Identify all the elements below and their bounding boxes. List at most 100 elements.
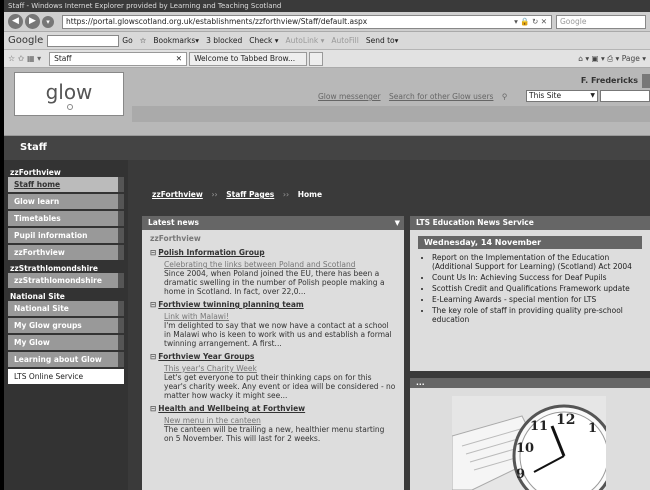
breadcrumb-staff-pages[interactable]: Staff Pages [226, 190, 274, 199]
nav-group-header: zzForthview [10, 168, 61, 177]
site-scope-select[interactable]: This Site ▼ [526, 90, 598, 102]
page-menu[interactable]: Page ▾ [622, 54, 646, 63]
news-group-title[interactable]: ⊟ Polish Information Group [150, 248, 396, 257]
lock-icon[interactable]: ▾ 🔒 ↻ ✕ [514, 16, 551, 28]
nav-group-header: National Site [10, 292, 65, 301]
lts-news-item[interactable]: Scottish Credit and Qualifications Frame… [432, 284, 642, 293]
panel-header: ... [410, 378, 650, 388]
sidebar-item-pupil-information[interactable]: Pupil information [8, 228, 124, 243]
breadcrumb-zzforthview[interactable]: zzForthview [152, 190, 203, 199]
svg-text:1: 1 [588, 421, 597, 436]
people-search-icon[interactable]: ⚲ [502, 92, 508, 101]
news-item-link[interactable]: Celebrating the links between Poland and… [164, 260, 396, 269]
panel-header: Latest news ▼ [142, 216, 404, 230]
sidebar-item-national-site[interactable]: National Site [8, 301, 124, 316]
tab-welcome[interactable]: Welcome to Tabbed Brow... [189, 51, 308, 66]
news-group-title[interactable]: ⊟ Forthview twinning planning team [150, 300, 396, 309]
go-button[interactable]: Go [122, 36, 132, 45]
page-title: Staff [4, 136, 650, 160]
sidebar-item-glow-learn[interactable]: Glow learn [8, 194, 124, 209]
lts-date: Wednesday, 14 November [418, 236, 642, 249]
breadcrumb: zzForthview ›› Staff Pages ›› Home [152, 190, 328, 199]
news-item-summary: Since 2004, when Poland joined the EU, t… [164, 269, 385, 296]
window-title: Staff - Windows Internet Explorer provid… [4, 0, 650, 12]
news-item-link[interactable]: New menu in the canteen [164, 416, 396, 425]
check-button[interactable]: Check ▾ [249, 36, 278, 45]
glow-logo-text: glow [45, 80, 93, 104]
tab-staff[interactable]: Staff ✕ [49, 51, 188, 66]
glow-header: glow F. Fredericks Glow messenger Search… [4, 68, 650, 136]
glow-messenger-link[interactable]: Glow messenger [318, 92, 381, 101]
new-tab-button[interactable] [309, 51, 324, 66]
news-group-label[interactable]: Forthview twinning planning team [158, 300, 303, 309]
svg-text:12: 12 [556, 412, 575, 428]
bookmarks-button[interactable]: Bookmarks▾ [153, 36, 199, 45]
history-dropdown-icon[interactable]: ▾ [42, 15, 54, 28]
lts-news-list: Report on the Implementation of the Educ… [410, 251, 650, 324]
sidebar-item-my-glow[interactable]: My Glow [8, 335, 124, 350]
google-search-input[interactable] [47, 34, 120, 47]
tab-label: Staff [54, 53, 72, 63]
sidebar-item-staff-home[interactable]: Staff home [8, 177, 124, 192]
sidebar-item-learning-about-glow[interactable]: Learning about Glow [8, 352, 124, 367]
sidebar-item-lts-online-service[interactable]: LTS Online Service [8, 369, 124, 384]
collapse-icon[interactable]: ⊟ [150, 248, 156, 257]
glow-logo[interactable]: glow [14, 72, 124, 116]
browser-window: Staff - Windows Internet Explorer provid… [4, 0, 650, 490]
sendto-button[interactable]: Send to▾ [366, 36, 399, 45]
autofill-button[interactable]: AutoFill [331, 36, 358, 45]
svg-text:10: 10 [516, 441, 534, 456]
url-input[interactable]: https://portal.glowscotland.org.uk/estab… [62, 14, 552, 29]
autolink-button[interactable]: AutoLink ▾ [285, 36, 324, 45]
news-item-link[interactable]: This year's Charity Week [164, 364, 396, 373]
favorites-star-icon[interactable]: ☆ ✩ ▦ ▾ [8, 54, 41, 63]
home-icon[interactable]: ⌂ ▾ ▣ ▾ ⎙ ▾ Page ▾ [578, 54, 646, 64]
logo-dot-icon [67, 104, 73, 110]
svg-text:9: 9 [516, 467, 525, 482]
news-group-label[interactable]: Health and Wellbeing at Forthview [158, 404, 305, 413]
panel-title: Latest news [148, 218, 199, 227]
sidebar-item-zzstrathlomondshire[interactable]: zzStrathlomondshire [8, 273, 124, 288]
sidebar-item-timetables[interactable]: Timetables [8, 211, 124, 226]
news-item: This year's Charity Week Let's get every… [164, 364, 396, 400]
news-group-title[interactable]: ⊟ Health and Wellbeing at Forthview [150, 404, 396, 413]
search-users-link[interactable]: Search for other Glow users [389, 92, 493, 101]
header-band [132, 106, 650, 122]
popup-blocked-button[interactable]: 3 blocked [206, 36, 242, 45]
sidebar-item-zzforthview[interactable]: zzForthview [8, 245, 124, 260]
back-arrow-icon[interactable]: ◀ [8, 14, 23, 29]
lts-news-item[interactable]: The key role of staff in providing quali… [432, 306, 642, 324]
tab-bar: ☆ ✩ ▦ ▾ Staff ✕ Welcome to Tabbed Brow..… [4, 50, 650, 68]
breadcrumb-separator: ›› [282, 190, 290, 199]
lts-news-item[interactable]: E-Learning Awards - special mention for … [432, 295, 642, 304]
news-item: Link with Malawi! I'm delighted to say t… [164, 312, 396, 348]
news-group-label[interactable]: Polish Information Group [158, 248, 264, 257]
site-scope-value: This Site [529, 91, 562, 100]
news-item-summary: Let's get everyone to put their thinking… [164, 373, 396, 400]
forward-arrow-icon[interactable]: ▶ [25, 14, 40, 29]
lts-news-item[interactable]: Count Us In: Achieving Success for Deaf … [432, 273, 642, 282]
image-panel: ... 12 11 1 10 9 [410, 378, 650, 490]
lts-news-panel: LTS Education News Service Wednesday, 14… [410, 216, 650, 371]
sidebar-item-my-glow-groups[interactable]: My Glow groups [8, 318, 124, 333]
clock-and-papers-image: 12 11 1 10 9 [452, 396, 606, 490]
news-body: zzForthview ⊟ Polish Information Group Ce… [142, 230, 404, 447]
page-content: zzForthview Staff home Glow learn Timeta… [4, 160, 650, 490]
news-item-link[interactable]: Link with Malawi! [164, 312, 396, 321]
search-input[interactable]: Google [556, 14, 646, 29]
star-icon[interactable]: ☆ [140, 36, 147, 45]
news-group-title[interactable]: ⊟ Forthview Year Groups [150, 352, 396, 361]
nav-group-header: zzStrathlomondshire [10, 264, 98, 273]
lts-news-item[interactable]: Report on the Implementation of the Educ… [432, 253, 642, 271]
chevron-down-icon[interactable]: ▼ [395, 216, 400, 230]
collapse-icon[interactable]: ⊟ [150, 404, 156, 413]
news-item-summary: The canteen will be trailing a new, heal… [164, 425, 385, 443]
news-group-label[interactable]: Forthview Year Groups [158, 352, 254, 361]
site-search-input[interactable] [600, 90, 650, 102]
news-item: Celebrating the links between Poland and… [164, 260, 396, 296]
collapse-icon[interactable]: ⊟ [150, 352, 156, 361]
close-icon[interactable]: ✕ [176, 53, 182, 65]
google-toolbar: Google Go ☆ Bookmarks▾ 3 blocked Check ▾… [4, 32, 650, 50]
collapse-icon[interactable]: ⊟ [150, 300, 156, 309]
user-menu-tab[interactable] [642, 74, 650, 88]
